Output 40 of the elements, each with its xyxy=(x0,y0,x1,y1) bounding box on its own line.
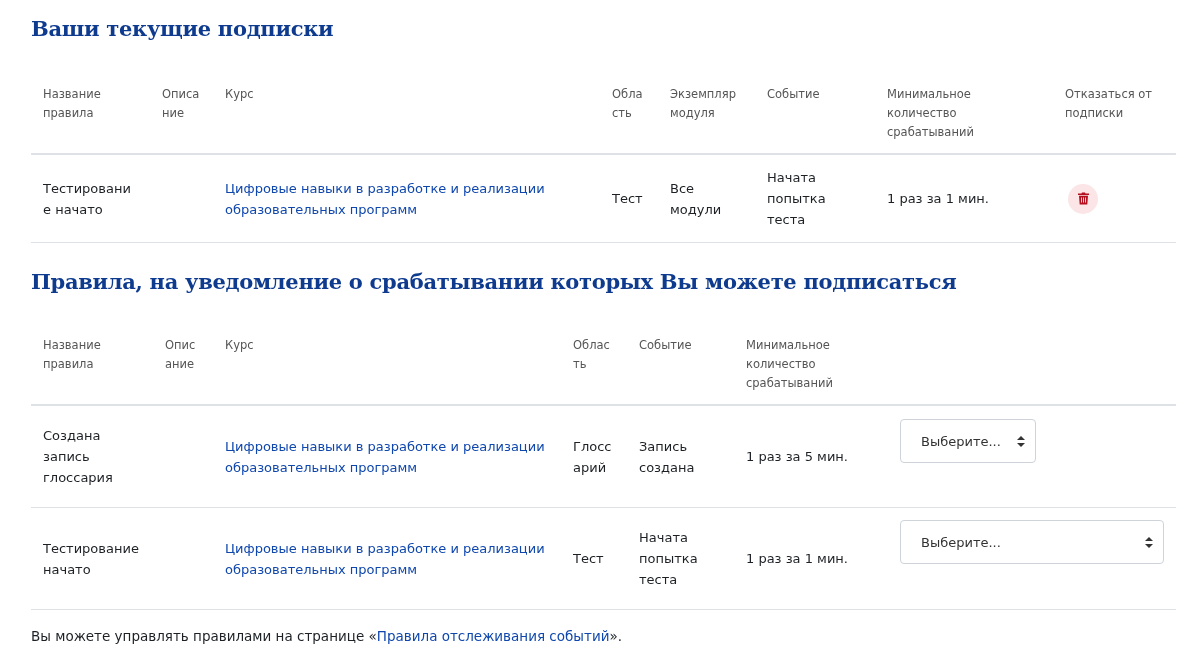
course-link[interactable]: Цифровые навыки в разработке и реализации образовательных программ xyxy=(225,537,549,580)
column-header: Название правила xyxy=(43,338,101,371)
unsubscribe-button[interactable] xyxy=(1068,183,1098,214)
course-link[interactable]: Цифровые навыки в разработке и реализации образовательных программ xyxy=(225,177,588,220)
frequency-text: 1 раз за 1 мин. xyxy=(887,191,989,206)
rule-name: Тестирование начато xyxy=(43,540,139,577)
event-text: Начата попытка теста xyxy=(767,170,826,227)
column-header: Событие xyxy=(767,87,820,101)
footer-text: Вы можете управлять правилами на странице «Правила отслеживания событий». xyxy=(31,628,623,644)
column-header: Минимальное количество срабатываний xyxy=(746,338,833,390)
event-text: Начата попытка теста xyxy=(639,530,698,587)
frequency-text: 1 раз за 5 мин. xyxy=(746,449,848,464)
area-text: Тест xyxy=(573,551,604,566)
rule-name: Создана запись глоссария xyxy=(43,428,113,485)
sort-caret-icon xyxy=(1145,536,1153,548)
column-header: Событие xyxy=(639,338,692,352)
trash-icon xyxy=(1077,192,1089,205)
section-heading: Правила, на уведомление о срабатывании которых Вы можете подписаться xyxy=(31,269,958,294)
area-text: Глоссарий xyxy=(573,438,612,475)
column-header: Область xyxy=(573,338,610,371)
column-header: Курс xyxy=(225,338,254,352)
column-header: Область xyxy=(612,87,643,120)
subscribe-select[interactable]: Выберите... xyxy=(900,419,1036,463)
column-header: Название правила xyxy=(43,87,101,120)
subscribe-select[interactable]: Выберите... xyxy=(900,520,1164,564)
module-instance-text: Все модули xyxy=(670,180,722,217)
course-link[interactable]: Цифровые навыки в разработке и реализации образовательных программ xyxy=(225,435,549,478)
column-header: Описание xyxy=(165,338,196,371)
event-text: Запись создана xyxy=(639,438,695,475)
frequency-text: 1 раз за 1 мин. xyxy=(746,551,848,566)
column-header: Курс xyxy=(225,87,254,101)
column-header: Экземпляр модуля xyxy=(670,87,736,120)
column-header: Минимальное количество срабатываний xyxy=(887,87,974,139)
column-header: Описание xyxy=(162,87,200,120)
sort-caret-icon xyxy=(1016,435,1025,447)
area-text: Тест xyxy=(612,191,643,206)
column-header: Отказаться от подписки xyxy=(1065,87,1152,120)
rule-name: Тестирование начато xyxy=(43,180,131,217)
section-heading: Ваши текущие подписки xyxy=(31,16,335,41)
event-rules-link[interactable]: Правила отслеживания событий xyxy=(376,628,610,644)
